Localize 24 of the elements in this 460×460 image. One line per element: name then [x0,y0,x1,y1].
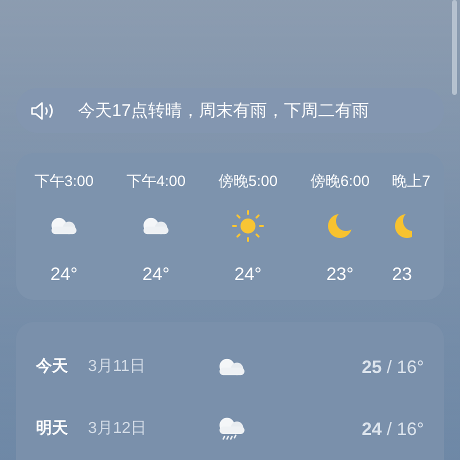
hour-temp: 24° [50,263,78,286]
day-date: 3月11日 [88,357,147,377]
hour-label: 晚上7 [392,172,430,191]
hour-temp: 23 [392,263,412,286]
day-date: 3月12日 [88,419,148,439]
scrollbar-thumb[interactable] [452,0,457,95]
moon-icon [392,211,412,241]
day-label: 今天 [36,356,69,377]
hour-label: 下午3:00 [34,172,94,191]
day-label: 明天 [36,419,69,439]
speaker-icon[interactable] [30,100,56,120]
cloud-icon [49,215,79,237]
sun-icon [231,209,265,243]
cloud-icon [141,215,171,237]
cloud-icon [217,356,247,378]
hour-label: 下午4:00 [126,172,186,191]
forecast-summary: 今天17点转晴，周末有雨，下周二有雨 [78,100,369,122]
hour-temp: 23° [326,263,354,286]
hour-label: 傍晚6:00 [310,172,370,191]
day-temp-range: 25 / 16° [362,356,424,378]
day-temp-range: 24 / 16° [362,418,424,440]
hour-label: 傍晚5:00 [218,172,278,191]
hour-temp: 24° [234,263,262,286]
hour-temp: 24° [142,263,170,286]
